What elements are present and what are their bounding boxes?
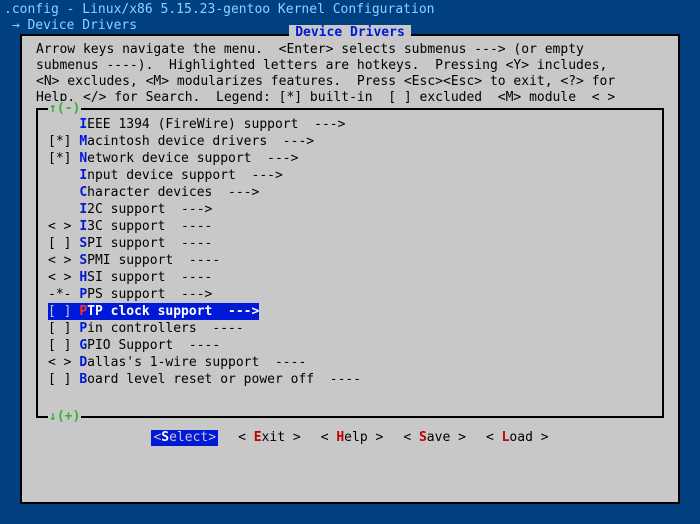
menu-item-mark: < > [48,219,79,234]
menu-item[interactable]: < > HSI support ---- [38,269,662,286]
menu-box: ↑(-) IEEE 1394 (FireWire) support --->[*… [36,108,664,418]
menu-item-label: Pin controllers ---- [79,321,243,336]
menu-item[interactable]: -*- PPS support ---> [38,286,662,303]
menu-item-label: Character devices ---> [79,185,259,200]
menu-item[interactable]: < > Dallas's 1-wire support ---- [38,354,662,371]
menu-item[interactable]: [ ] GPIO Support ---- [38,337,662,354]
menu-item-label: HSI support ---- [79,270,212,285]
menu-item-mark: [ ] [48,236,79,251]
menu-item[interactable]: < > I3C support ---- [38,218,662,235]
menu-item-mark [48,117,79,132]
menu-item-label: Dallas's 1-wire support ---- [79,355,306,370]
menu-item[interactable]: [ ] Pin controllers ---- [38,320,662,337]
menu-item[interactable]: < > SPMI support ---- [38,252,662,269]
menu-item-mark: < > [48,270,79,285]
menu-item-label: GPIO Support ---- [79,338,220,353]
menu-item-mark: [ ] [48,338,79,353]
menu-item-mark: [*] [48,151,79,166]
menu-item[interactable]: Character devices ---> [38,184,662,201]
menu-item-label: PTP clock support ---> [79,303,259,320]
menu-item[interactable]: [ ] SPI support ---- [38,235,662,252]
menu-item[interactable]: Input device support ---> [38,167,662,184]
action-button[interactable]: < Help > [321,430,384,446]
menu-item-label: I3C support ---- [79,219,212,234]
config-title-line1: .config - Linux/x86 5.15.23-gentoo Kerne… [0,0,700,18]
action-button[interactable]: < Exit > [238,430,301,446]
menu-item-mark [48,202,79,217]
menu-item-mark [48,168,79,183]
menu-item-mark: [ ] [48,303,79,320]
menu-list[interactable]: IEEE 1394 (FireWire) support --->[*] Mac… [38,110,662,392]
menu-item[interactable]: I2C support ---> [38,201,662,218]
menu-item-label: Board level reset or power off ---- [79,372,361,387]
menu-item-label: PPS support ---> [79,287,212,302]
menu-item-mark: [*] [48,134,79,149]
menu-item-mark: < > [48,253,79,268]
menu-item-mark: -*- [48,287,79,302]
menu-item-label: Macintosh device drivers ---> [79,134,314,149]
menu-item-label: SPI support ---- [79,236,212,251]
menu-item-mark [48,185,79,200]
action-button[interactable]: < Load > [486,430,549,446]
action-button[interactable]: < Save > [403,430,466,446]
menuconfig-window: Device Drivers Arrow keys navigate the m… [20,34,680,504]
menu-item-label: I2C support ---> [79,202,212,217]
menu-item-mark: [ ] [48,372,79,387]
menu-item[interactable]: [ ] Board level reset or power off ---- [38,371,662,388]
menu-item-mark: [ ] [48,321,79,336]
menu-item[interactable]: IEEE 1394 (FireWire) support ---> [38,116,662,133]
menu-item[interactable]: [ ] PTP clock support ---> [38,303,662,320]
menu-item-label: SPMI support ---- [79,253,220,268]
button-bar: <Select> < Exit > < Help > < Save > < Load > [22,418,678,454]
menu-item-mark: < > [48,355,79,370]
terminal: .config - Linux/x86 5.15.23-gentoo Kerne… [0,0,700,524]
menu-item[interactable]: [*] Network device support ---> [38,150,662,167]
menu-item-label: IEEE 1394 (FireWire) support ---> [79,117,345,132]
menu-item-label: Input device support ---> [79,168,283,183]
scroll-down-indicator[interactable]: ↓(+) [48,409,81,425]
action-button[interactable]: <Select> [151,430,218,446]
help-text: Arrow keys navigate the menu. <Enter> se… [22,36,678,108]
scroll-up-indicator[interactable]: ↑(-) [48,101,81,117]
menu-item[interactable]: [*] Macintosh device drivers ---> [38,133,662,150]
menu-item-label: Network device support ---> [79,151,298,166]
